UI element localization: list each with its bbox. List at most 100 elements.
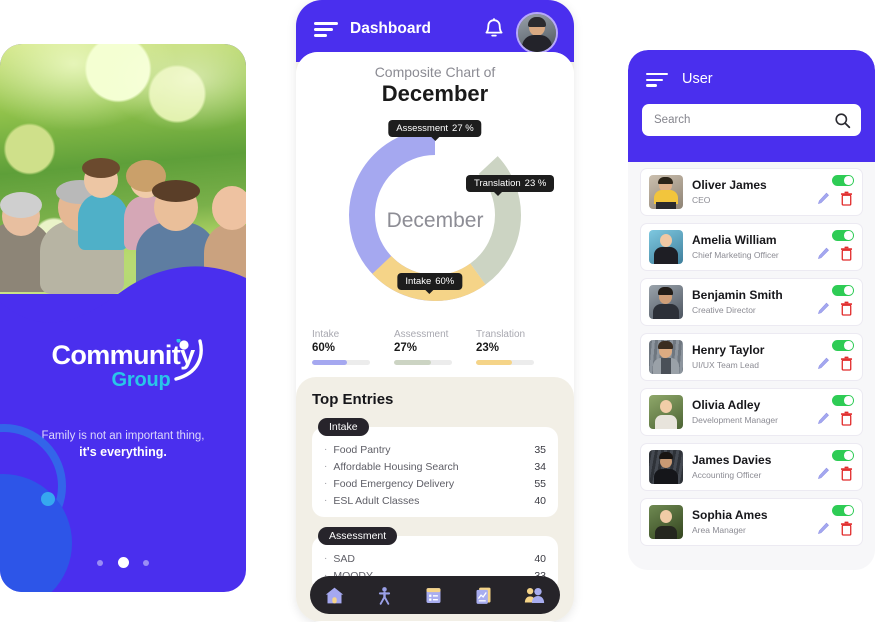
entry-name: SAD: [333, 552, 355, 565]
hamburger-icon[interactable]: [646, 73, 668, 87]
user-row[interactable]: James Davies Accounting Officer: [640, 443, 863, 491]
user-row[interactable]: Amelia William Chief Marketing Officer: [640, 223, 863, 271]
tag-translation: Translation 23 %: [466, 175, 555, 196]
entry-name: ESL Adult Classes: [333, 494, 420, 507]
user-text: Olivia Adley Development Manager: [692, 399, 810, 425]
hamburger-icon[interactable]: [314, 22, 338, 37]
legend-bar-fill: [394, 360, 432, 365]
home-icon[interactable]: [324, 585, 345, 606]
edit-pencil-icon[interactable]: [817, 192, 830, 205]
user-panel-title: User: [682, 71, 713, 87]
chart-legend: Intake 60% Assessment 27% Translation 23…: [296, 325, 574, 377]
entry-group-chip-intake: Intake: [318, 418, 369, 436]
edit-pencil-icon[interactable]: [817, 247, 830, 260]
tag-translation-label: Translation: [474, 178, 521, 189]
user-role: Chief Marketing Officer: [692, 249, 779, 260]
status-toggle[interactable]: [832, 505, 854, 516]
bullet-icon: ·: [324, 495, 328, 506]
user-avatar[interactable]: [516, 12, 558, 54]
legend-bar-track: [312, 360, 370, 365]
user-row[interactable]: Benjamin Smith Creative Director: [640, 278, 863, 326]
user-name: Henry Taylor: [692, 343, 765, 358]
trash-icon[interactable]: [840, 301, 853, 316]
user-role: Development Manager: [692, 414, 778, 425]
status-toggle[interactable]: [832, 175, 854, 186]
row-actions: [810, 284, 854, 320]
bell-icon[interactable]: [484, 18, 504, 41]
status-toggle[interactable]: [832, 450, 854, 461]
edit-pencil-icon[interactable]: [817, 522, 830, 535]
search-input[interactable]: [652, 113, 834, 127]
entry-value: 55: [534, 477, 546, 490]
legend-value: 23%: [476, 342, 500, 354]
trash-icon[interactable]: [840, 466, 853, 481]
bullet-icon: ·: [324, 444, 328, 455]
status-toggle[interactable]: [832, 230, 854, 241]
status-toggle[interactable]: [832, 340, 854, 351]
entry-card-intake: · Food Pantry 35 · Affordable Housing Se…: [312, 427, 558, 517]
user-row[interactable]: Henry Taylor UI/UX Team Lead: [640, 333, 863, 381]
trash-icon[interactable]: [840, 521, 853, 536]
legend-label: Translation: [476, 329, 526, 340]
user-row[interactable]: Sophia Ames Area Manager: [640, 498, 863, 546]
donut-center-label: December: [386, 209, 484, 232]
avatar: [649, 230, 683, 264]
donut-chart: December Assessment 27 % Translation 23 % …: [296, 113, 574, 325]
report-chart-icon[interactable]: [473, 585, 494, 606]
legend-bar-fill: [312, 360, 347, 365]
page-title: Dashboard: [350, 20, 431, 37]
tag-assessment-value: 27 %: [452, 123, 474, 134]
person-icon[interactable]: [374, 585, 395, 606]
row-actions: [810, 174, 854, 210]
user-row[interactable]: Olivia Adley Development Manager: [640, 388, 863, 436]
trash-icon[interactable]: [840, 246, 853, 261]
chart-title: December: [381, 81, 489, 106]
tag-assessment: Assessment 27 %: [388, 120, 482, 141]
entry-value: 34: [534, 460, 546, 473]
search-box[interactable]: [642, 104, 861, 136]
trash-icon[interactable]: [840, 356, 853, 371]
users-group-icon[interactable]: [523, 585, 546, 606]
user-role: UI/UX Team Lead: [692, 359, 759, 370]
edit-pencil-icon[interactable]: [817, 357, 830, 370]
status-toggle[interactable]: [832, 285, 854, 296]
legend-bar-fill: [476, 360, 512, 365]
figure-head: [212, 186, 246, 230]
user-name: James Davies: [692, 453, 772, 468]
user-role: Accounting Officer: [692, 469, 762, 480]
wave-divider: [0, 266, 246, 330]
pager-dot[interactable]: [97, 559, 104, 566]
status-toggle[interactable]: [832, 395, 854, 406]
search-icon[interactable]: [834, 112, 851, 129]
legend-item-translation: Translation 23%: [476, 329, 558, 365]
entry-row: · Food Emergency Delivery 55: [324, 475, 546, 492]
entry-row: · Affordable Housing Search 34: [324, 458, 546, 475]
composite-chart-card: Composite Chart of December December Ass…: [296, 52, 574, 377]
user-row[interactable]: Oliver James CEO: [640, 168, 863, 216]
avatar: [649, 395, 683, 429]
entry-row: · ESL Adult Classes 40: [324, 492, 546, 509]
edit-pencil-icon[interactable]: [817, 467, 830, 480]
entry-name: Food Emergency Delivery: [333, 477, 455, 490]
pager-dot[interactable]: [142, 559, 149, 566]
user-text: Oliver James CEO: [692, 178, 810, 205]
trash-icon[interactable]: [840, 411, 853, 426]
row-actions: [810, 229, 854, 265]
clipboard-list-icon[interactable]: [423, 585, 444, 606]
user-text: Henry Taylor UI/UX Team Lead: [692, 343, 810, 370]
edit-pencil-icon[interactable]: [817, 412, 830, 425]
tag-intake-value: 60%: [435, 276, 455, 287]
edit-pencil-icon[interactable]: [817, 302, 830, 315]
figure-hair: [0, 192, 42, 218]
decorative-shapes: [0, 412, 246, 592]
user-name: Oliver James: [692, 178, 767, 193]
user-list-panel: User Oliver James CEO: [628, 50, 875, 570]
user-name: Sophia Ames: [692, 508, 768, 523]
user-role: Area Manager: [692, 524, 746, 535]
user-role: CEO: [692, 194, 711, 205]
pagination-dots[interactable]: [0, 554, 246, 572]
figure-hair: [152, 180, 200, 202]
trash-icon[interactable]: [840, 191, 853, 206]
bottom-tab-bar: [310, 576, 560, 614]
pager-dot-active[interactable]: [117, 557, 129, 569]
